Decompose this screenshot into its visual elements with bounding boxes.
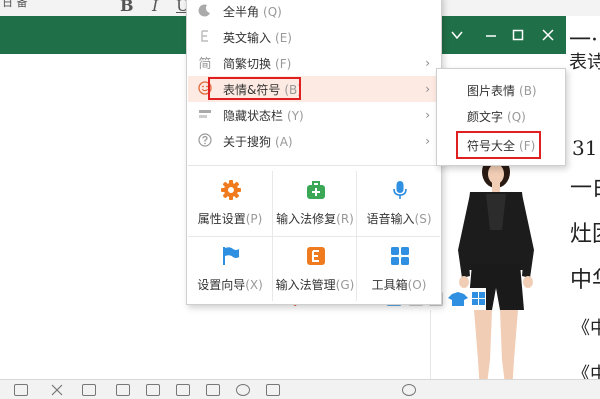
hide-statusbar-icon xyxy=(197,106,213,122)
italic-button[interactable]: I xyxy=(152,0,158,15)
grid-item-label: 输入法修复 xyxy=(276,212,337,226)
bold-button[interactable]: B xyxy=(120,0,134,15)
grid-item-shortcut: (P) xyxy=(245,212,263,226)
menu-item-shortcut: (A) xyxy=(275,135,293,149)
simplified-traditional-icon: 简 xyxy=(198,56,212,72)
menu-item-label: 关于搜狗 xyxy=(223,135,272,149)
sogou-context-menu: 全半角 (Q) 英文输入 (E) 简 简繁切换 (F) › 表情&符号 (B) › 隐藏… xyxy=(186,0,442,305)
submenu-item-label: 颜文字 xyxy=(467,110,504,124)
menu-item-shortcut: (Q) xyxy=(263,5,282,19)
grid-item-shortcut: (R) xyxy=(336,212,354,226)
repair-kit-icon xyxy=(306,180,326,200)
grid-item-shortcut: (G) xyxy=(335,278,355,292)
grid-item-shortcut: (X) xyxy=(245,278,263,292)
chevron-right-icon: › xyxy=(425,82,430,96)
chevron-down-icon[interactable] xyxy=(447,25,467,45)
menu-item-english-input[interactable]: 英文输入 (E) xyxy=(188,24,440,50)
status-icon[interactable] xyxy=(14,384,28,396)
grid-item-label: 属性设置 xyxy=(197,212,246,226)
document-icon[interactable] xyxy=(116,384,130,396)
clock-icon[interactable] xyxy=(236,384,250,396)
menu-item-shortcut: (Y) xyxy=(287,109,304,123)
menu-item-about-sogou[interactable]: 关于搜狗 (A) › xyxy=(188,128,440,154)
grid-item-label: 设置向导 xyxy=(197,278,246,292)
grid-item-label: 工具箱 xyxy=(371,278,408,292)
ime-manager-icon xyxy=(306,246,326,266)
menu-item-shortcut: (E) xyxy=(275,31,292,45)
folder-icon[interactable] xyxy=(82,384,96,396)
chevron-right-icon: › xyxy=(425,108,430,122)
table-icon[interactable] xyxy=(176,384,190,396)
share-icon[interactable] xyxy=(266,384,280,396)
minimize-icon[interactable] xyxy=(481,25,501,45)
grid-item-label: 语音输入 xyxy=(366,212,415,226)
menu-item-label: 全半角 xyxy=(223,5,260,19)
doc-text-line: 表诗诣 xyxy=(569,52,600,73)
menu-item-label: 简繁切换 xyxy=(223,57,272,71)
grid-item-shortcut: (O) xyxy=(407,278,427,292)
highlight-box-emoji-symbols xyxy=(208,77,301,100)
doc-text-line: 中华 xyxy=(570,268,600,293)
submenu-item-shortcut: (Q) xyxy=(507,110,526,124)
info-icon[interactable] xyxy=(402,384,416,396)
submenu-item-shortcut: (B) xyxy=(519,84,537,98)
doc-text-line: 一白 xyxy=(570,176,600,201)
grid-item-setup-wizard[interactable]: 设置向导(X) xyxy=(188,237,272,302)
menu-item-full-half-width[interactable]: 全半角 (Q) xyxy=(188,0,440,24)
moon-icon xyxy=(197,2,213,18)
menu-item-hide-statusbar[interactable]: 隐藏状态栏 (Y) › xyxy=(188,102,440,128)
menu-separator xyxy=(188,165,440,166)
toolbox-grid-icon xyxy=(390,246,410,266)
menu-item-simplified-traditional[interactable]: 简 简繁切换 (F) › xyxy=(188,50,440,76)
toolbar-corner-label: 日 备 xyxy=(2,0,28,9)
close-icon[interactable] xyxy=(50,384,64,396)
menu-item-shortcut: (F) xyxy=(275,57,292,71)
grid-item-settings[interactable]: 属性设置(P) xyxy=(188,171,272,236)
grid-item-shortcut: (S) xyxy=(414,212,432,226)
english-input-icon xyxy=(197,28,213,44)
doc-text-line: 31 xyxy=(572,136,598,160)
grid-item-ime-manager[interactable]: 输入法管理(G) xyxy=(273,237,357,302)
grid-item-ime-repair[interactable]: 输入法修复(R) xyxy=(273,171,357,236)
help-icon xyxy=(197,132,213,148)
doc-text-line: 《中 xyxy=(572,318,600,339)
grid-item-toolbox[interactable]: 工具箱(O) xyxy=(357,237,441,302)
chart-icon[interactable] xyxy=(206,384,220,396)
submenu-item-kaomoji[interactable]: 颜文字 (Q) xyxy=(438,103,564,129)
skin-figure-image xyxy=(440,156,550,399)
chevron-right-icon: › xyxy=(425,134,430,148)
grid-item-voice-input[interactable]: 语音输入(S) xyxy=(357,171,441,236)
menu-item-label: 英文输入 xyxy=(223,31,272,45)
chevron-right-icon: › xyxy=(425,56,430,70)
submenu-item-label: 图片表情 xyxy=(467,84,516,98)
submenu-item-image-emoji[interactable]: 图片表情 (B) xyxy=(438,77,564,103)
grid-item-label: 输入法管理 xyxy=(275,278,336,292)
editor-bottom-bar xyxy=(0,379,600,399)
microphone-icon xyxy=(390,180,410,200)
maximize-icon[interactable] xyxy=(508,25,528,45)
image-icon[interactable] xyxy=(146,384,160,396)
flag-icon xyxy=(221,246,241,266)
close-icon[interactable] xyxy=(538,25,558,45)
menu-item-label: 隐藏状态栏 xyxy=(223,109,284,123)
highlight-box-symbol-collection xyxy=(456,131,541,159)
gear-icon xyxy=(221,180,241,200)
doc-text-line: 灶团 xyxy=(570,222,600,247)
